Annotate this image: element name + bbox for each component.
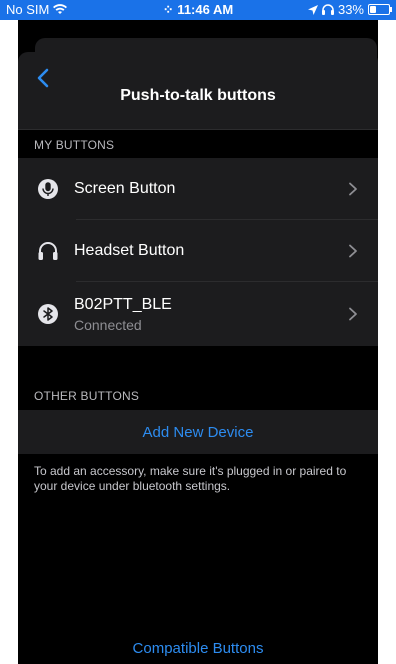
chevron-right-icon [349,182,357,196]
headset-icon [36,239,60,263]
other-buttons-section-label: OTHER BUTTONS [34,389,140,403]
status-right: 33% [307,2,392,17]
my-buttons-list: Screen Button Headset Button B02PTT_BLE … [18,158,378,346]
connection-status: Connected [74,316,142,333]
pairing-hint: To add an accessory, make sure it's plug… [34,464,347,493]
header-divider [18,129,378,130]
battery-icon [368,4,392,15]
screen-button-label: Screen Button [74,180,176,197]
my-buttons-section-label: MY BUTTONS [34,138,115,152]
headset-button-row[interactable]: Headset Button [18,220,378,282]
bluetooth-icon [36,302,60,326]
screen-button-row[interactable]: Screen Button [18,158,378,220]
battery-fill [370,6,376,13]
bluetooth-device-row[interactable]: B02PTT_BLE Connected [18,282,378,346]
status-bar: No SIM ⁘ 11:46 AM 33% [0,0,396,20]
bluetooth-device-label: B02PTT_BLE [74,295,172,313]
chevron-right-icon [349,307,357,321]
microphone-icon [36,177,60,201]
headphones-status-icon [321,4,334,15]
compatible-buttons-link[interactable]: Compatible Buttons [18,640,378,657]
battery-percent: 33% [337,2,364,17]
add-new-device-button[interactable]: Add New Device [18,410,378,454]
nav-header: Push-to-talk buttons [18,52,378,130]
headset-button-label: Headset Button [74,242,185,259]
chevron-right-icon [349,244,357,258]
modal-sheet: Push-to-talk buttons MY BUTTONS Screen B… [18,20,378,664]
location-arrow-icon [307,4,318,15]
page-title: Push-to-talk buttons [120,87,276,104]
